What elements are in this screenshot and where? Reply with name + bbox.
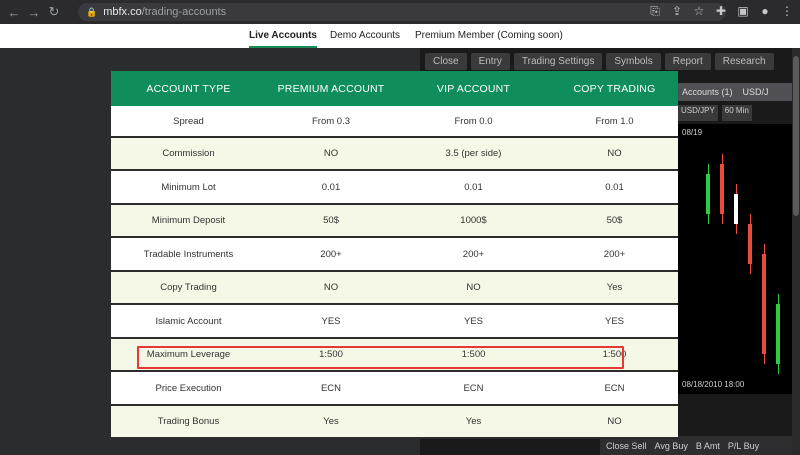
background-candlestick-chart: 08/19 08/18/2010 18:00 [678, 124, 800, 394]
header-vip-account: VIP ACCOUNT [436, 82, 511, 95]
table-row: Spread From 0.3 From 0.0 From 1.0 [111, 106, 678, 138]
row-label: Islamic Account [155, 315, 222, 327]
premium-value: NO [323, 282, 339, 293]
translate-icon[interactable]: ⎘ [648, 4, 662, 19]
accounts-comparison-table: ACCOUNT TYPE PREMIUM ACCOUNT VIP ACCOUNT… [111, 71, 678, 439]
bg-tab: Trading Settings [513, 53, 603, 70]
header-copy-trading: COPY TRADING [573, 82, 656, 95]
tab-premium-member[interactable]: Premium Member (Coming soon) [415, 24, 563, 48]
background-toolbar: Close Entry Trading Settings Symbols Rep… [425, 53, 778, 70]
copy-value: NO [607, 416, 622, 427]
copy-value: YES [604, 315, 624, 327]
bg-timeframe: 60 Min [721, 105, 752, 121]
star-icon[interactable]: ☆ [692, 4, 706, 19]
tab-live-accounts[interactable]: Live Accounts [249, 24, 317, 48]
table-row: Islamic Account YES YES YES [111, 305, 678, 339]
maximum-leverage-highlight [137, 346, 624, 369]
bg-accounts-label: Accounts (1) [682, 87, 733, 97]
bg-bottom-label: Avg Buy [654, 440, 688, 451]
menu-icon[interactable]: ⋮ [780, 4, 794, 19]
forward-icon[interactable]: → [24, 5, 44, 20]
premium-value: 0.01 [321, 181, 341, 193]
share-icon[interactable]: ⇪ [670, 4, 684, 19]
bg-bottom-label: P/L Buy [727, 440, 760, 451]
premium-value: ECN [320, 382, 342, 394]
row-label: Minimum Lot [161, 181, 216, 193]
premium-value: 200+ [320, 248, 342, 260]
vip-value: YES [463, 315, 483, 327]
vip-value: NO [466, 282, 481, 293]
table-row: Commission NO 3.5 (per side) NO [111, 138, 678, 171]
premium-value: From 0.3 [311, 115, 350, 127]
table-body: Spread From 0.3 From 0.0 From 1.0 Commission… [111, 106, 678, 439]
vip-value: From 0.0 [454, 115, 493, 127]
lock-icon: 🔒 [86, 6, 98, 17]
bg-tab: Close [425, 53, 467, 70]
copy-value: From 1.0 [595, 115, 634, 127]
premium-value: YES [321, 315, 341, 327]
background-accounts-header: Accounts (1) USD/J [678, 83, 800, 101]
background-symbol-row: USD/JPY 60 Min [678, 105, 800, 121]
extensions-icon[interactable]: ✚ [714, 4, 728, 19]
copy-value: 0.01 [605, 181, 624, 193]
table-row: Tradable Instruments 200+ 200+ 200+ [111, 238, 678, 272]
bg-chart-date-bottom: 08/18/2010 18:00 [682, 380, 745, 389]
account-tabs: Live Accounts Demo Accounts Premium Memb… [0, 24, 800, 48]
row-label: Tradable Instruments [143, 248, 234, 260]
table-row: Copy Trading NO NO Yes [111, 272, 678, 305]
vip-value: Yes [465, 416, 482, 427]
reload-icon[interactable]: ↻ [44, 4, 64, 20]
table-row: Minimum Lot 0.01 0.01 0.01 [111, 171, 678, 205]
header-account-type: ACCOUNT TYPE [146, 82, 231, 95]
url-host: mbfx.co [103, 6, 142, 18]
scrollbar-thumb[interactable] [793, 56, 799, 216]
bg-tab: Entry [470, 53, 510, 70]
premium-value: Yes [323, 416, 339, 427]
row-label: Copy Trading [160, 282, 217, 293]
bg-tab: Symbols [606, 53, 661, 70]
premium-value: NO [323, 148, 339, 159]
vip-value: 3.5 (per side) [445, 148, 502, 159]
address-bar[interactable]: 🔒 mbfx.co/trading-accounts [78, 3, 726, 21]
table-row: Minimum Deposit 50$ 1000$ 50$ [111, 205, 678, 238]
vip-value: 200+ [462, 248, 485, 260]
profile-icon[interactable]: ● [758, 4, 772, 19]
row-label: Spread [173, 115, 204, 127]
bg-bottom-label: Close Sell [606, 440, 647, 451]
bg-chart-date: 08/19 [682, 128, 703, 137]
bg-pair-label: USD/J [742, 87, 769, 97]
vip-value: 1000$ [460, 215, 487, 226]
table-row: Trading Bonus Yes Yes NO [111, 406, 678, 439]
url-path: /trading-accounts [141, 6, 227, 18]
browser-toolbar: ← → ↻ 🔒 mbfx.co/trading-accounts ⎘ ⇪ ☆ ✚… [0, 0, 800, 24]
table-row: Price Execution ECN ECN ECN [111, 372, 678, 406]
vip-value: 0.01 [464, 181, 483, 193]
row-label: Minimum Deposit [151, 215, 226, 226]
tab-demo-accounts[interactable]: Demo Accounts [330, 24, 400, 48]
row-label: Price Execution [155, 382, 222, 394]
copy-value: Yes [606, 282, 623, 293]
bg-bottom-label: B Amt [695, 440, 720, 451]
bg-tab: Research [714, 53, 774, 70]
back-icon[interactable]: ← [4, 5, 24, 20]
table-header: ACCOUNT TYPE PREMIUM ACCOUNT VIP ACCOUNT… [111, 71, 678, 106]
copy-value: 200+ [603, 248, 626, 260]
copy-value: 50$ [606, 215, 623, 226]
row-label: Commission [162, 148, 215, 159]
bg-tab: Report [664, 53, 711, 70]
vip-value: ECN [463, 382, 484, 394]
sidebar-icon[interactable]: ▣ [736, 4, 750, 19]
bg-symbol: USD/JPY [678, 105, 718, 121]
premium-value: 50$ [323, 215, 339, 226]
header-premium-account: PREMIUM ACCOUNT [277, 82, 385, 95]
copy-value: NO [607, 148, 622, 159]
row-label: Trading Bonus [157, 416, 220, 427]
copy-value: ECN [604, 382, 625, 394]
